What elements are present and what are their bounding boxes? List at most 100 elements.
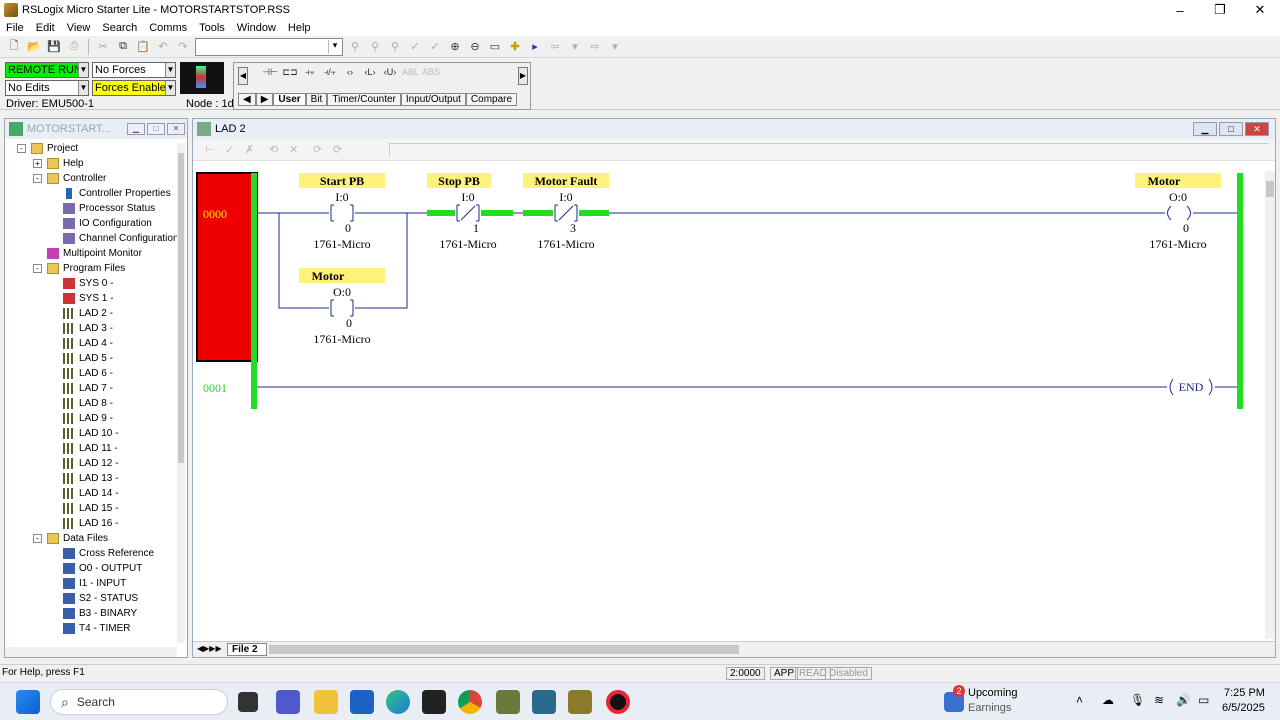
- chevron-up-icon[interactable]: ˄: [1076, 693, 1083, 707]
- tree-item[interactable]: Cross Reference: [63, 546, 154, 561]
- new-file-icon[interactable]: 🗋: [6, 39, 22, 55]
- tree-item[interactable]: LAD 3 -: [63, 321, 113, 336]
- tab-scroll-right-icon[interactable]: ▶: [255, 93, 274, 106]
- find-icon[interactable]: ⚲: [347, 39, 363, 55]
- undo-icon[interactable]: ↶: [155, 39, 171, 55]
- forces-enabled-dropdown[interactable]: Forces Enabled ▼: [92, 80, 176, 96]
- battery-icon[interactable]: ▭: [1198, 693, 1209, 707]
- tree-item[interactable]: LAD 13 -: [63, 471, 118, 486]
- file-tab[interactable]: File 2: [227, 643, 267, 656]
- chrome-icon[interactable]: [458, 690, 482, 714]
- tab-input-output[interactable]: Input/Output: [400, 93, 466, 106]
- tree-item[interactable]: Channel Configuration: [63, 231, 177, 246]
- collapse-icon[interactable]: -: [33, 534, 42, 543]
- volume-icon[interactable]: 🔊: [1176, 693, 1191, 707]
- back-dropdown-icon[interactable]: ▾: [567, 39, 583, 55]
- ladder-horizontal-scrollbar[interactable]: [269, 645, 739, 654]
- ladder-vertical-scrollbar[interactable]: [1265, 171, 1275, 639]
- tree-item[interactable]: - Controller: [33, 171, 106, 186]
- search-combo-box[interactable]: [195, 37, 343, 56]
- tree-item[interactable]: LAD 14 -: [63, 486, 118, 501]
- stop-pb-contact[interactable]: [455, 204, 481, 222]
- start-pb-contact[interactable]: [329, 204, 355, 222]
- rslinx-icon[interactable]: [496, 690, 520, 714]
- tree-item[interactable]: IO Configuration: [63, 216, 152, 231]
- xic-instr-icon[interactable]: ⫞⫟: [302, 67, 318, 78]
- zoom-in-icon[interactable]: ⊕: [447, 39, 463, 55]
- file-explorer-icon[interactable]: [314, 690, 338, 714]
- tree-item[interactable]: LAD 11 -: [63, 441, 118, 456]
- tree-item[interactable]: Processor Status: [63, 201, 155, 216]
- edits-dropdown[interactable]: No Edits ▼: [5, 80, 89, 96]
- tab-timer-counter[interactable]: Timer/Counter: [327, 93, 401, 106]
- windows-start-icon[interactable]: [16, 690, 40, 714]
- test-edits-icon[interactable]: ⟲: [269, 143, 278, 156]
- minimize-button[interactable]: ▁: [1193, 122, 1217, 136]
- forces-dropdown[interactable]: No Forces ▼: [92, 62, 176, 78]
- tree-item[interactable]: - Program Files: [33, 261, 125, 276]
- tree-item[interactable]: LAD 6 -: [63, 366, 113, 381]
- tree-item[interactable]: + Help: [33, 156, 84, 171]
- rung-0-selector[interactable]: [196, 172, 258, 362]
- tab-compare[interactable]: Compare: [465, 93, 518, 106]
- epic-games-icon[interactable]: [422, 690, 446, 714]
- motor-output-coil[interactable]: [1165, 205, 1193, 221]
- untest-icon[interactable]: ⟳: [333, 143, 342, 156]
- menu-help[interactable]: Help: [282, 20, 317, 36]
- zoom-out-icon[interactable]: ⊖: [467, 39, 483, 55]
- collapse-icon[interactable]: -: [17, 144, 26, 153]
- close-button[interactable]: ✕: [1240, 0, 1280, 20]
- task-view-icon[interactable]: [238, 692, 258, 712]
- microphone-icon[interactable]: 🎙: [1130, 693, 1145, 707]
- redo-icon[interactable]: ↷: [175, 39, 191, 55]
- assemble-icon[interactable]: ⟳: [313, 143, 322, 156]
- go-icon[interactable]: ▸: [527, 39, 543, 55]
- maximize-button[interactable]: ❐: [1200, 0, 1240, 20]
- abs-instr-icon[interactable]: ABS: [422, 67, 440, 78]
- menu-window[interactable]: Window: [231, 20, 282, 36]
- otu-instr-icon[interactable]: ‹U›: [382, 67, 398, 78]
- back-arrow-icon[interactable]: ⇦: [547, 39, 563, 55]
- copy-icon[interactable]: ⧉: [115, 39, 131, 55]
- file-tab-nav-icon[interactable]: ◀▶▶▶: [197, 644, 222, 653]
- network-icon[interactable]: ☁: [1102, 693, 1114, 707]
- cut-icon[interactable]: ✂: [95, 39, 111, 55]
- tab-scroll-left-icon[interactable]: ◀: [238, 93, 256, 106]
- ladder-canvas[interactable]: 0000 0001 Start PB I:0 0 1761-Micro Stop…: [193, 163, 1265, 641]
- mode-dropdown[interactable]: REMOTE RUN ▼: [5, 62, 89, 78]
- forward-dropdown-icon[interactable]: ▾: [607, 39, 623, 55]
- tree-item[interactable]: LAD 5 -: [63, 351, 113, 366]
- rung-instr-icon[interactable]: ⊣⊢: [262, 67, 278, 78]
- edge-icon[interactable]: [386, 690, 410, 714]
- clock-date[interactable]: 6/5/2025: [1222, 702, 1265, 714]
- menu-comms[interactable]: Comms: [143, 20, 193, 36]
- tree-item[interactable]: - Data Files: [33, 531, 108, 546]
- tree-item[interactable]: B3 - BINARY: [63, 606, 137, 621]
- tree-item[interactable]: LAD 12 -: [63, 456, 118, 471]
- tree-item[interactable]: LAD 8 -: [63, 396, 113, 411]
- tree-item[interactable]: LAD 2 -: [63, 306, 113, 321]
- taskbar-search[interactable]: ⌕ Search: [50, 689, 228, 715]
- collapse-icon[interactable]: -: [33, 174, 42, 183]
- tree-item[interactable]: O0 - OUTPUT: [63, 561, 142, 576]
- print-icon[interactable]: ⎙: [66, 39, 82, 55]
- rslogix-taskbar-icon[interactable]: [568, 690, 592, 714]
- tree-item[interactable]: T4 - TIMER: [63, 621, 130, 636]
- menu-view[interactable]: View: [61, 20, 97, 36]
- paste-icon[interactable]: 📋: [135, 39, 151, 55]
- maximize-button[interactable]: □: [1219, 122, 1243, 136]
- tree-vertical-scrollbar[interactable]: [177, 143, 185, 643]
- expand-icon[interactable]: +: [33, 159, 42, 168]
- tree-item[interactable]: LAD 16 -: [63, 516, 118, 531]
- menu-file[interactable]: File: [0, 20, 30, 36]
- abl-instr-icon[interactable]: ABL: [402, 67, 419, 78]
- tree-item[interactable]: LAD 7 -: [63, 381, 113, 396]
- menu-tools[interactable]: Tools: [193, 20, 231, 36]
- tree-item[interactable]: S2 - STATUS: [63, 591, 138, 606]
- clock-time[interactable]: 7:25 PM: [1224, 687, 1265, 699]
- add-rung-icon[interactable]: ✚: [507, 39, 523, 55]
- tree-item[interactable]: LAD 4 -: [63, 336, 113, 351]
- palette-left-arrow-icon[interactable]: ◀: [238, 67, 248, 85]
- motor-seal-contact[interactable]: [329, 299, 355, 317]
- record-icon[interactable]: [606, 690, 630, 714]
